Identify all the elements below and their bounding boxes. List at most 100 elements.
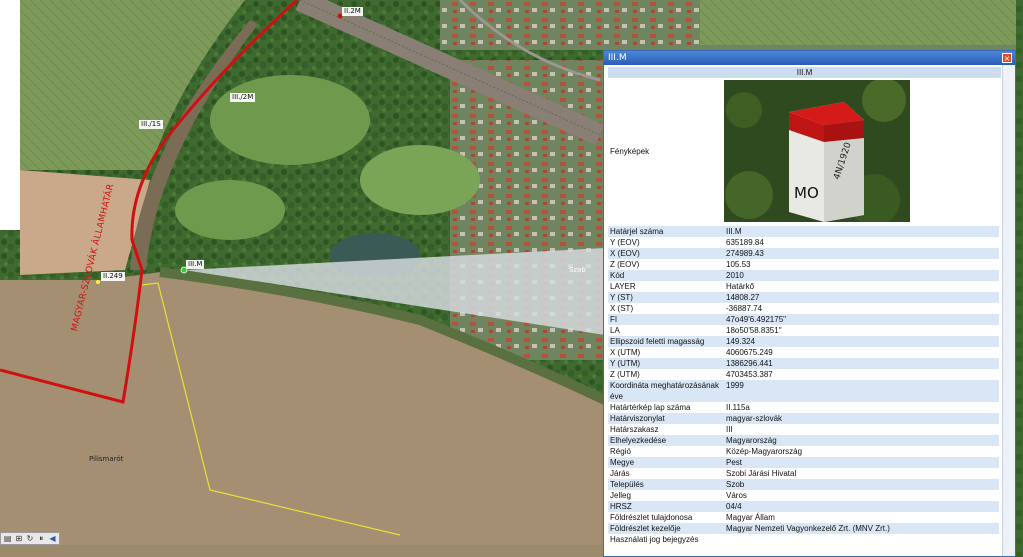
boundary-marker-info-panel: III.M × III.M Fényképek 4N/1920 MO Határ… [603, 50, 1016, 557]
close-icon[interactable]: × [1002, 53, 1012, 63]
attribute-key: Z (UTM) [608, 369, 724, 380]
attribute-key: Földrészlet tulajdonosa [608, 512, 724, 523]
pause-icon[interactable]: ⏸ [37, 534, 46, 544]
table-row: Földrészlet kezelője Magyar Nemzeti Vagyo… [608, 523, 999, 534]
table-row: X (EOV) 274989.43 [608, 248, 999, 259]
attribute-value: 105.53 [724, 259, 999, 270]
table-row: Y (ST) 14808.27 [608, 292, 999, 303]
table-row: Járás Szobi Járási Hivatal [608, 468, 999, 479]
table-row: Jelleg Város [608, 490, 999, 501]
map-label-szob: Szob [569, 266, 586, 274]
attribute-value: 149.324 [724, 336, 999, 347]
table-row: Határszakasz III [608, 424, 999, 435]
table-row: LA 18o50'58.8351" [608, 325, 999, 336]
attribute-value: Szobi Járási Hivatal [724, 468, 999, 479]
attribute-key: Település [608, 479, 724, 490]
attribute-value: 04/4 [724, 501, 999, 512]
attribute-key: Jelleg [608, 490, 724, 501]
attribute-value: III [724, 424, 999, 435]
attribute-value: Magyar Állam [724, 512, 999, 523]
attribute-key: Y (UTM) [608, 358, 724, 369]
attribute-key: Ellipszoid feletti magasság [608, 336, 724, 347]
attribute-key: Határszakasz [608, 424, 724, 435]
table-row: Z (UTM) 4703453.387 [608, 369, 999, 380]
map-bottom-strip [0, 545, 605, 557]
attribute-key: Régió [608, 446, 724, 457]
table-row: Ellipszoid feletti magasság 149.324 [608, 336, 999, 347]
table-row: X (ST) -36887.74 [608, 303, 999, 314]
table-row: Koordináta meghatározásának éve 1999 [608, 380, 999, 402]
attribute-value: Határkő [724, 281, 999, 292]
attribute-value: 47o49'6.492175" [724, 314, 999, 325]
attribute-value: II.115a [724, 402, 999, 413]
attribute-value: III.M [724, 226, 999, 237]
attribute-value: 1999 [724, 380, 999, 402]
attribute-key: Y (EOV) [608, 237, 724, 248]
map-label-ii-249: II.249 [101, 272, 125, 281]
table-row: X (UTM) 4060675.249 [608, 347, 999, 358]
layers-icon[interactable]: ▤ [3, 534, 12, 544]
attribute-key: Határviszonylat [608, 413, 724, 424]
photo-marker-mo: MO [794, 184, 819, 202]
attribute-key: Határjel száma [608, 226, 724, 237]
map-label-iii-1s: III./1S [139, 120, 163, 129]
attribute-value: 274989.43 [724, 248, 999, 259]
attribute-key: Határtérkép lap száma [608, 402, 724, 413]
panel-titlebar[interactable]: III.M × [604, 51, 1015, 65]
table-row: FI 47o49'6.492175" [608, 314, 999, 325]
table-row: Földrészlet tulajdonosa Magyar Állam [608, 512, 999, 523]
table-row: Használati jog bejegyzés [608, 534, 999, 545]
map-label-ii-2m: II.2M [342, 7, 363, 16]
attribute-key: X (ST) [608, 303, 724, 314]
attribute-value: 4060675.249 [724, 347, 999, 358]
attribute-value: Magyar Nemzeti Vagyonkezelő Zrt. (MNV Zr… [724, 523, 999, 534]
attribute-key: X (UTM) [608, 347, 724, 358]
attribute-value: 635189.84 [724, 237, 999, 248]
attribute-value [724, 534, 999, 545]
table-row: Határviszonylat magyar-szlovák [608, 413, 999, 424]
attribute-value: Város [724, 490, 999, 501]
attribute-value: 18o50'58.8351" [724, 325, 999, 336]
table-row: Határtérkép lap száma II.115a [608, 402, 999, 413]
attribute-value: Magyarország [724, 435, 999, 446]
refresh-icon[interactable]: ↻ [25, 534, 34, 544]
panel-title: III.M [608, 53, 627, 63]
attribute-key: HRSZ [608, 501, 724, 512]
attribute-value: 14808.27 [724, 292, 999, 303]
attribute-key: LAYER [608, 281, 724, 292]
table-row: Y (EOV) 635189.84 [608, 237, 999, 248]
attribute-key: Járás [608, 468, 724, 479]
attribute-key: Elhelyezkedése [608, 435, 724, 446]
attribute-key: Y (ST) [608, 292, 724, 303]
table-row: Megye Pest [608, 457, 999, 468]
attribute-key: LA [608, 325, 724, 336]
attribute-key: Koordináta meghatározásának éve [608, 380, 724, 402]
table-row: LAYER Határkő [608, 281, 999, 292]
attribute-value: 1386296.441 [724, 358, 999, 369]
photo-header: III.M [608, 67, 1001, 78]
table-row: Y (UTM) 1386296.441 [608, 358, 999, 369]
table-row: Település Szob [608, 479, 999, 490]
attribute-key: X (EOV) [608, 248, 724, 259]
collapse-icon[interactable]: ◀ [48, 534, 57, 544]
marker-ii-249[interactable] [96, 280, 100, 284]
attribute-value: -36887.74 [724, 303, 999, 314]
map-toolbar: ▤ ⊞ ↻ ⏸ ◀ [0, 532, 60, 545]
grid-icon[interactable]: ⊞ [14, 534, 23, 544]
map-label-iii-2m: III./2M [230, 93, 256, 102]
table-row: Kód 2010 [608, 270, 999, 281]
map-label-pilismarot: Pilismarót [89, 455, 124, 463]
attribute-key: FI [608, 314, 724, 325]
attribute-key: Földrészlet kezelője [608, 523, 724, 534]
attribute-key: Kód [608, 270, 724, 281]
table-row: Z (EOV) 105.53 [608, 259, 999, 270]
attribute-value: 2010 [724, 270, 999, 281]
boundary-stone-photo[interactable]: 4N/1920 MO [724, 80, 910, 222]
attribute-value: Közép-Magyarország [724, 446, 999, 457]
map-label-iii-m: III.M [186, 260, 205, 269]
attribute-value: Szob [724, 479, 999, 490]
attribute-table: Határjel száma III.M Y (EOV) 635189.84 X (EO… [608, 226, 999, 545]
attribute-key: Z (EOV) [608, 259, 724, 270]
attribute-value: magyar-szlovák [724, 413, 999, 424]
panel-scrollbar[interactable] [1002, 65, 1015, 556]
